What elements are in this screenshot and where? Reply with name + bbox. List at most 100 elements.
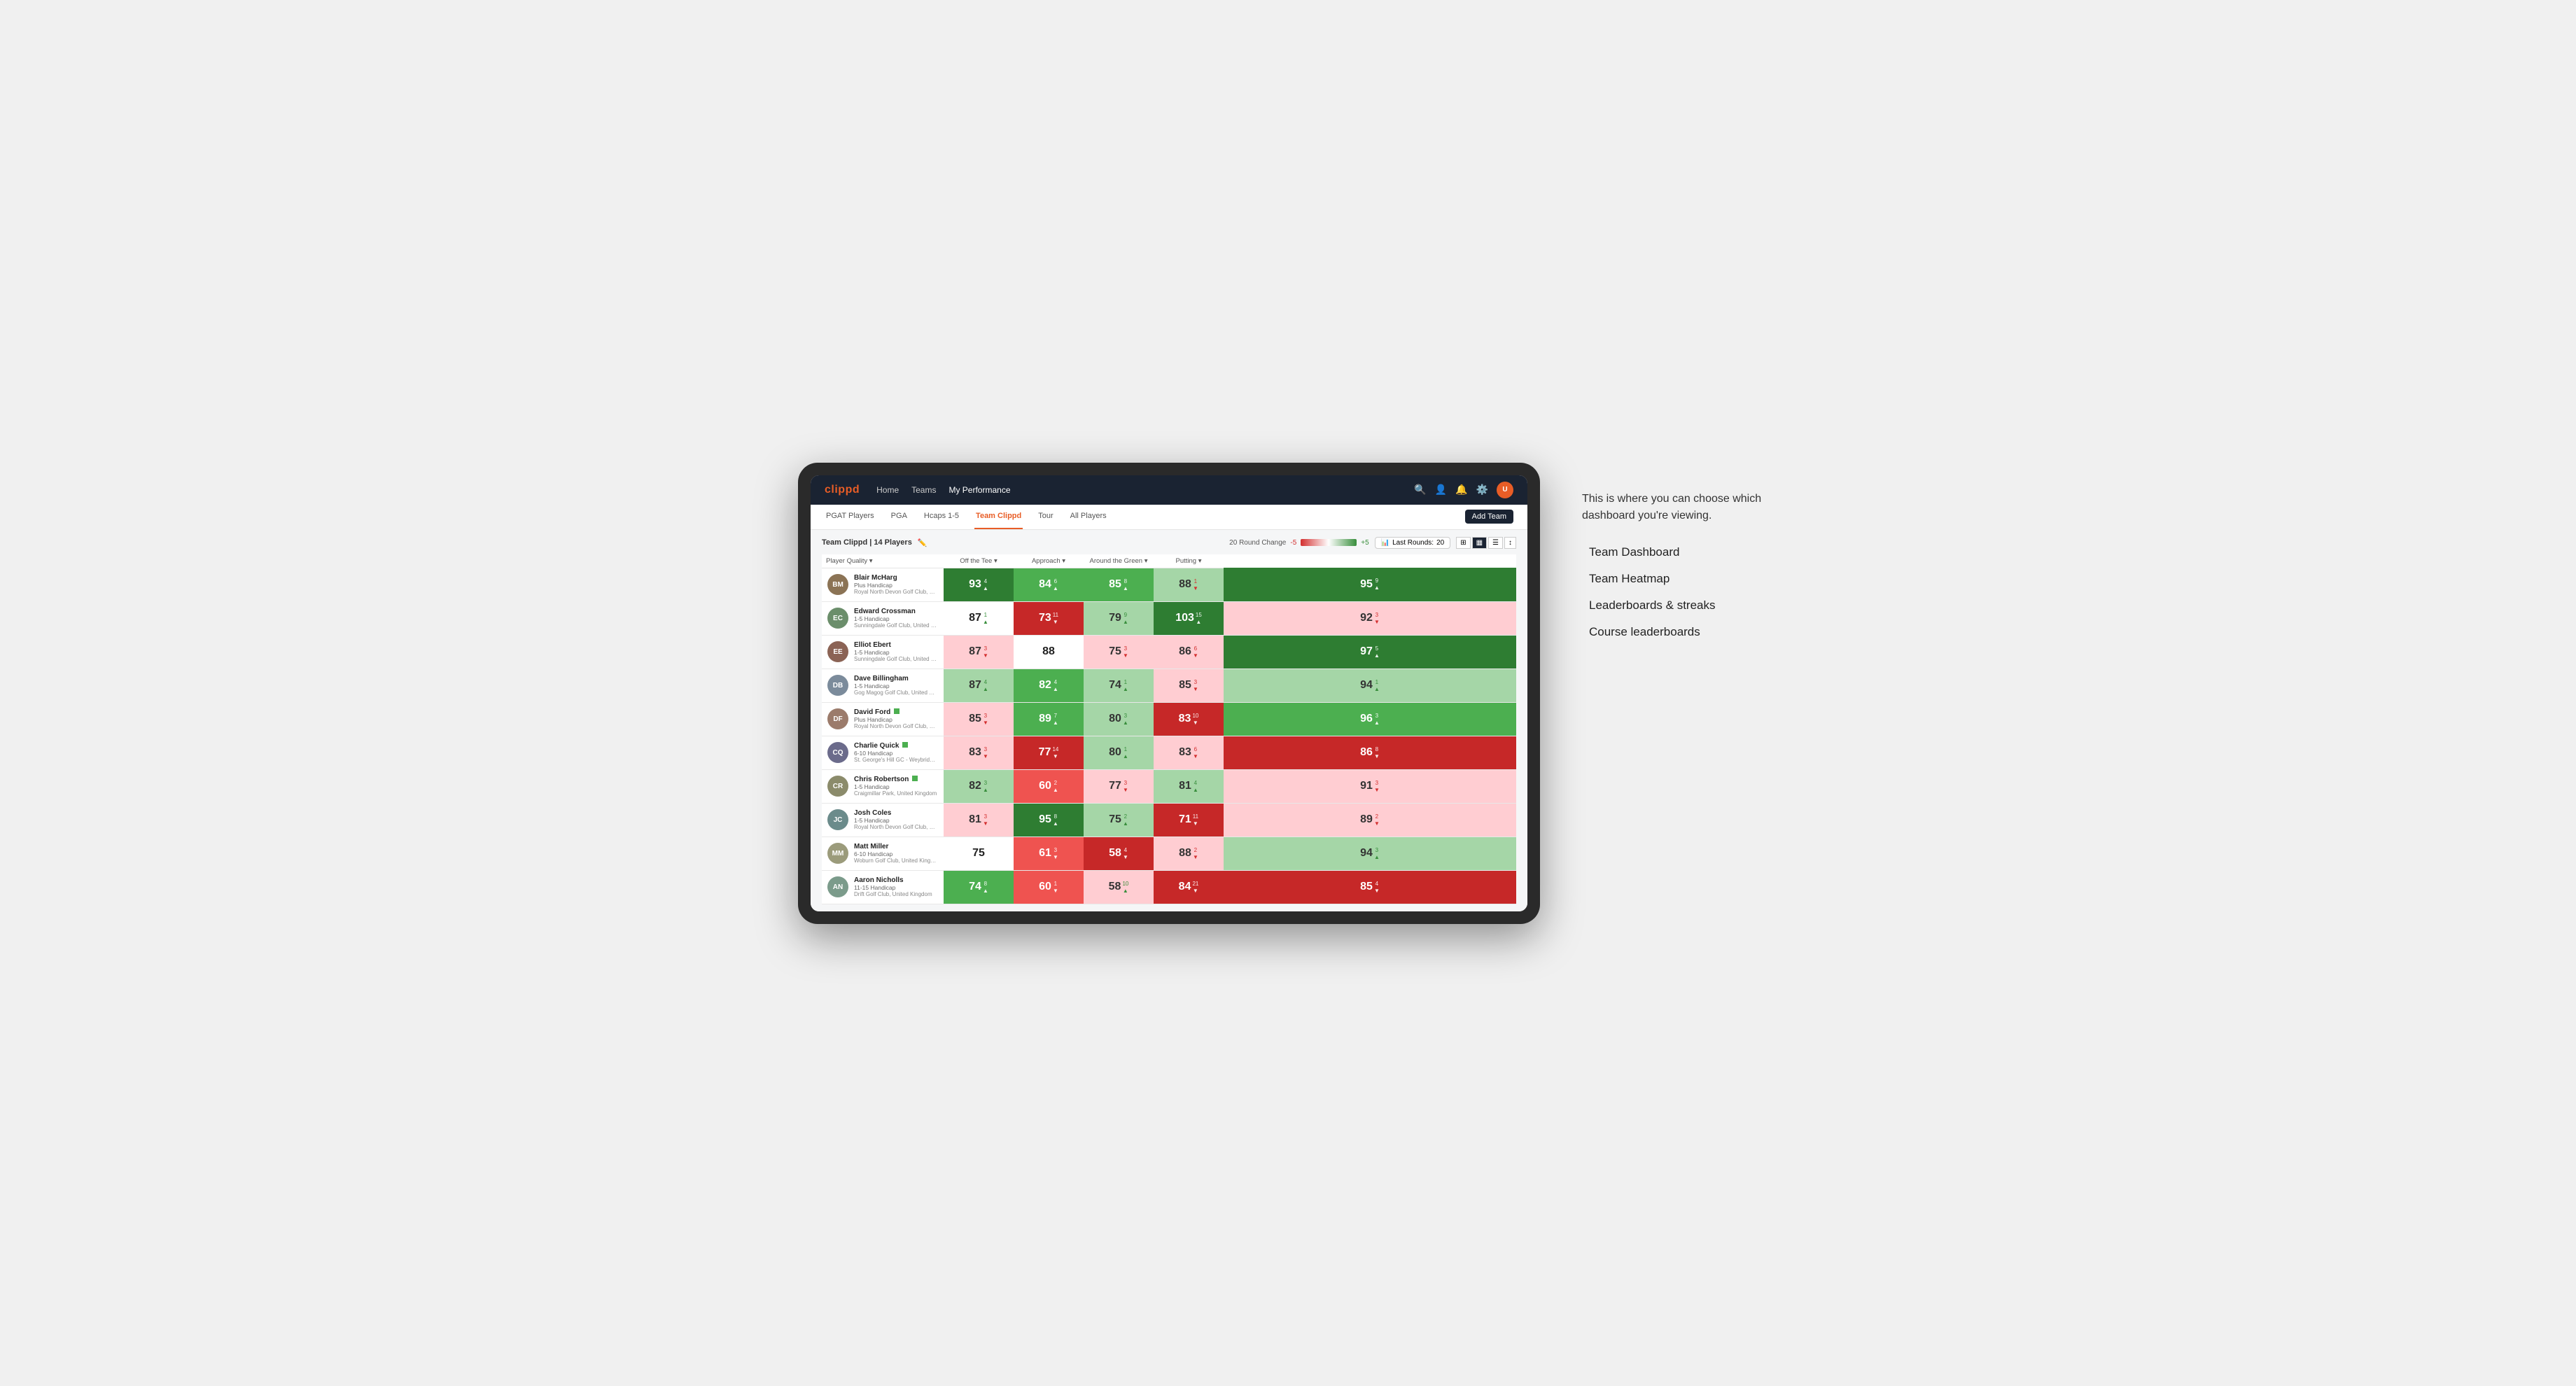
metric-change: 4 ▼ xyxy=(1374,881,1380,894)
metric-change: 2 ▼ xyxy=(1193,847,1198,860)
metric-approach: 79 9 ▲ xyxy=(1084,601,1154,635)
player-name[interactable]: David Ford xyxy=(854,708,938,716)
change-arrow: ▼ xyxy=(1374,753,1380,760)
view-grid-btn[interactable]: ⊞ xyxy=(1456,537,1470,549)
metric-change: 3 ▲ xyxy=(983,780,988,793)
change-arrow: ▼ xyxy=(1193,820,1198,827)
metric-value: 81 3 ▼ xyxy=(948,813,1009,827)
edit-icon[interactable]: ✏️ xyxy=(918,538,927,547)
add-team-button[interactable]: Add Team xyxy=(1465,510,1513,524)
avatar[interactable]: U xyxy=(1497,482,1513,498)
player-cell: JC Josh Coles 1-5 Handicap Royal North D… xyxy=(822,803,944,836)
metric-change: 2 ▲ xyxy=(1053,780,1058,793)
metric-value: 75 xyxy=(948,847,1009,860)
metric-value: 73 11 ▼ xyxy=(1018,612,1079,625)
metric-value: 80 1 ▲ xyxy=(1088,746,1149,760)
bell-icon[interactable]: 🔔 xyxy=(1455,484,1467,496)
subnav-pga[interactable]: PGA xyxy=(890,505,909,529)
metric-value: 74 1 ▲ xyxy=(1088,679,1149,692)
view-list-btn[interactable]: ☰ xyxy=(1488,537,1503,549)
change-arrow: ▲ xyxy=(1053,686,1058,692)
change-val: 10 xyxy=(1122,881,1128,887)
subnav-pgat[interactable]: PGAT Players xyxy=(825,505,876,529)
player-avatar: CQ xyxy=(827,742,848,763)
change-val: 1 xyxy=(984,612,987,618)
col-header-player[interactable]: Player Quality ▾ xyxy=(822,554,944,568)
range-min: -5 xyxy=(1290,539,1296,547)
change-arrow: ▲ xyxy=(1053,820,1058,827)
view-options-btn[interactable]: ↕ xyxy=(1504,537,1516,549)
player-name[interactable]: Elliot Ebert xyxy=(854,641,938,649)
metric-player_quality: 87 3 ▼ xyxy=(944,635,1014,668)
view-heatmap-btn[interactable]: ▦ xyxy=(1472,537,1487,549)
search-icon[interactable]: 🔍 xyxy=(1414,484,1426,496)
change-val: 3 xyxy=(984,780,987,786)
nav-link-myperformance[interactable]: My Performance xyxy=(948,485,1010,495)
metric-number: 83 xyxy=(1179,713,1191,725)
player-avatar: MM xyxy=(827,843,848,864)
metric-change: 8 ▲ xyxy=(1123,578,1128,592)
col-header-approach[interactable]: Approach ▾ xyxy=(1014,554,1084,568)
change-val: 2 xyxy=(1124,813,1127,820)
subnav-hcaps[interactable]: Hcaps 1-5 xyxy=(923,505,960,529)
player-name[interactable]: Blair McHarg xyxy=(854,574,938,582)
player-avatar: DF xyxy=(827,708,848,729)
metric-change: 11 ▼ xyxy=(1053,612,1058,625)
heatmap-bar xyxy=(1301,539,1357,546)
metric-change: 6 ▼ xyxy=(1193,746,1198,760)
subnav-tour[interactable]: Tour xyxy=(1037,505,1054,529)
player-name[interactable]: Chris Robertson xyxy=(854,776,937,783)
change-arrow: ▲ xyxy=(1196,619,1201,625)
nav-link-home[interactable]: Home xyxy=(876,485,899,495)
change-arrow: ▼ xyxy=(1193,585,1198,592)
metric-change: 1 ▲ xyxy=(983,612,988,625)
change-val: 4 xyxy=(1124,847,1127,853)
metric-putting: 95 9 ▲ xyxy=(1224,568,1516,601)
change-val: 6 xyxy=(1194,746,1197,752)
metric-around_green: 85 3 ▼ xyxy=(1154,668,1224,702)
tablet-frame: clippd Home Teams My Performance 🔍 👤 🔔 ⚙… xyxy=(798,463,1540,924)
player-club: Craigmillar Park, United Kingdom xyxy=(854,790,937,797)
metric-number: 85 xyxy=(1109,578,1121,591)
change-val: 9 xyxy=(1124,612,1127,618)
annotation-item-1: Team Dashboard xyxy=(1589,545,1778,559)
settings-icon[interactable]: ⚙️ xyxy=(1476,484,1488,496)
player-name[interactable]: Dave Billingham xyxy=(854,675,938,682)
player-cell: EE Elliot Ebert 1-5 Handicap Sunningdale… xyxy=(822,635,944,668)
tablet-screen: clippd Home Teams My Performance 🔍 👤 🔔 ⚙… xyxy=(811,475,1527,911)
player-name[interactable]: Edward Crossman xyxy=(854,608,938,615)
metric-value: 82 4 ▲ xyxy=(1018,679,1079,692)
player-name[interactable]: Josh Coles xyxy=(854,809,938,817)
metric-number: 84 xyxy=(1039,578,1051,591)
metric-change: 10 ▼ xyxy=(1192,713,1198,726)
change-arrow: ▼ xyxy=(1123,854,1128,860)
player-name[interactable]: Charlie Quick xyxy=(854,742,938,750)
subnav-teamclippd[interactable]: Team Clippd xyxy=(974,505,1023,529)
nav-link-teams[interactable]: Teams xyxy=(911,485,936,495)
col-header-offtee[interactable]: Off the Tee ▾ xyxy=(944,554,1014,568)
subnav-allplayers[interactable]: All Players xyxy=(1069,505,1108,529)
metric-putting: 86 8 ▼ xyxy=(1224,736,1516,769)
change-arrow: ▲ xyxy=(1374,686,1380,692)
metric-number: 77 xyxy=(1109,780,1121,792)
last-rounds-button[interactable]: 📊 Last Rounds: 20 xyxy=(1375,537,1451,549)
metric-putting: 91 3 ▼ xyxy=(1224,769,1516,803)
metric-change: 15 ▲ xyxy=(1196,612,1202,625)
last-rounds-value: 20 xyxy=(1436,539,1444,547)
metric-change: 14 ▼ xyxy=(1052,746,1058,760)
metric-number: 87 xyxy=(969,679,981,692)
metric-change: 4 ▲ xyxy=(1193,780,1198,793)
change-arrow: ▲ xyxy=(1123,888,1128,894)
change-arrow: ▲ xyxy=(1193,787,1198,793)
col-header-putting[interactable]: Putting ▾ xyxy=(1154,554,1224,568)
col-header-aroundgreen[interactable]: Around the Green ▾ xyxy=(1084,554,1154,568)
change-arrow: ▼ xyxy=(1053,854,1058,860)
player-name[interactable]: Matt Miller xyxy=(854,843,938,850)
metric-change: 1 ▲ xyxy=(1374,679,1380,692)
change-val: 11 xyxy=(1193,813,1198,820)
player-name[interactable]: Aaron Nicholls xyxy=(854,876,932,884)
change-val: 10 xyxy=(1192,713,1198,719)
metric-approach: 75 2 ▲ xyxy=(1084,803,1154,836)
user-icon[interactable]: 👤 xyxy=(1435,484,1447,496)
change-arrow: ▲ xyxy=(1053,787,1058,793)
